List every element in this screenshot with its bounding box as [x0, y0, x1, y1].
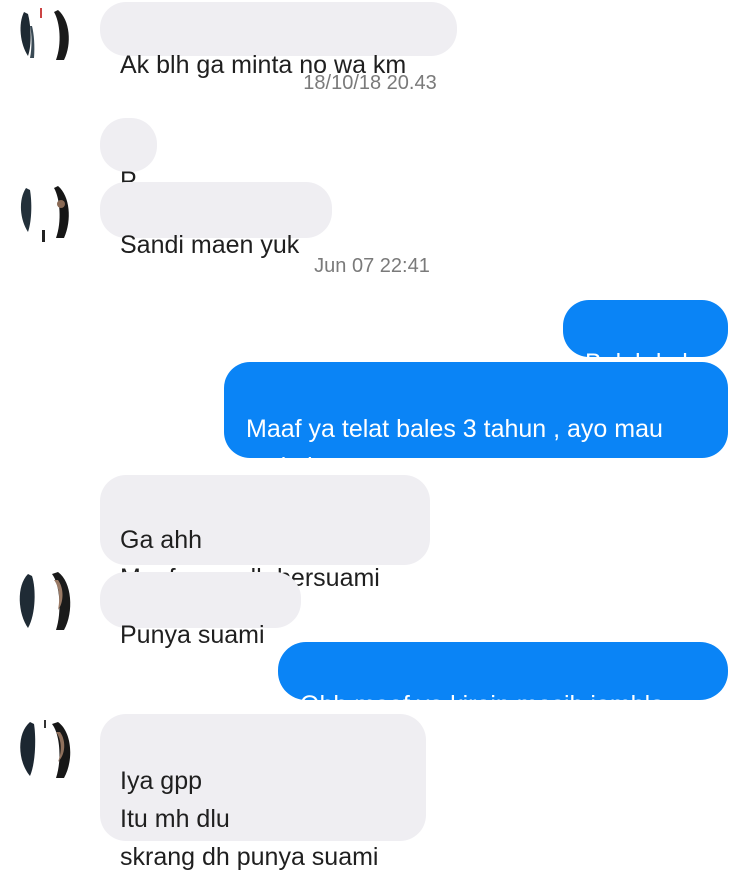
contact-avatar-icon[interactable]	[14, 570, 76, 632]
contact-avatar-icon[interactable]	[14, 4, 76, 66]
timestamp: 18/10/18 20.43	[303, 72, 437, 94]
message-received[interactable]: Sandi maen yuk	[100, 182, 332, 259]
message-text: Iya gpp Itu mh dlu skrang dh punya suami	[120, 767, 379, 871]
message-text: Punya suami	[120, 621, 265, 649]
message-sent[interactable]: Boleh kok	[563, 300, 728, 377]
message-received[interactable]: Iya gpp Itu mh dlu skrang dh punya suami	[100, 714, 426, 871]
contact-avatar-icon[interactable]	[14, 718, 76, 780]
message-received[interactable]: Ak blh ga minta no wa km	[100, 2, 457, 79]
chat-conversation: Ak blh ga minta no wa km 18/10/18 20.43 …	[0, 0, 748, 871]
contact-avatar-icon[interactable]	[14, 182, 76, 244]
message-sent[interactable]: Ohh maaf ya kirain masih jomblo	[278, 642, 728, 719]
message-text: Maaf ya telat bales 3 tahun , ayo mau ma…	[246, 415, 663, 481]
timestamp: Jun 07 22:41	[314, 255, 430, 277]
message-received[interactable]: Punya suami	[100, 572, 301, 649]
message-sent[interactable]: Maaf ya telat bales 3 tahun , ayo mau ma…	[224, 362, 728, 481]
message-received[interactable]: Ga ahh Maaf saya dh bersuami	[100, 475, 430, 592]
message-received[interactable]: P	[100, 118, 157, 195]
